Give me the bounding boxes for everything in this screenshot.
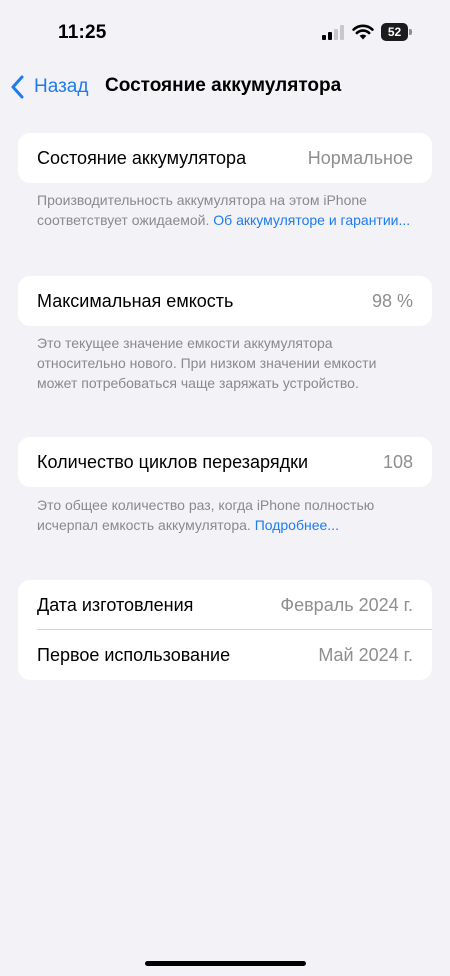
battery-level: 52	[387, 25, 402, 39]
home-indicator[interactable]	[145, 961, 306, 966]
status-bar: 11:25 52	[0, 0, 450, 64]
battery-health-label: Состояние аккумулятора	[37, 147, 247, 168]
manufacture-date-value: Февраль 2024 г.	[280, 594, 413, 615]
nav-bar: Назад Состояние аккумулятора	[0, 64, 450, 110]
max-capacity-label: Максимальная емкость	[37, 290, 234, 311]
manufacture-date-label: Дата изготовления	[37, 594, 194, 615]
battery-health-value: Нормальное	[307, 147, 413, 168]
cycle-count-value: 108	[382, 451, 413, 472]
battery-health-group: Состояние аккумулятора Нормальное	[18, 133, 432, 183]
back-label: Назад	[34, 76, 89, 97]
cycle-count-label: Количество циклов перезарядки	[37, 451, 309, 472]
battery-health-footer: Производительность аккумулятора на этом …	[37, 190, 417, 230]
battery-warranty-link[interactable]: Об аккумуляторе и гарантии...	[213, 212, 410, 228]
battery-health-row: Состояние аккумулятора Нормальное	[18, 133, 432, 183]
first-use-row: Первое использование Май 2024 г.	[18, 630, 432, 680]
cycle-count-row: Количество циклов перезарядки 108	[18, 437, 432, 487]
max-capacity-footer-text: Это текущее значение емкости аккумулятор…	[37, 335, 377, 391]
dates-group: Дата изготовления Февраль 2024 г. Первое…	[18, 580, 432, 680]
max-capacity-row: Максимальная емкость 98 %	[18, 276, 432, 326]
cycle-count-footer: Это общее количество раз, когда iPhone п…	[37, 495, 417, 535]
max-capacity-footer: Это текущее значение емкости аккумулятор…	[37, 333, 417, 393]
max-capacity-group: Максимальная емкость 98 %	[18, 276, 432, 326]
battery-body: 52	[381, 23, 408, 41]
page-title: Состояние аккумулятора	[105, 75, 342, 96]
status-time: 11:25	[58, 22, 107, 43]
battery-icon: 52	[381, 23, 413, 41]
max-capacity-value: 98 %	[371, 290, 413, 311]
learn-more-link[interactable]: Подробнее...	[255, 517, 339, 533]
manufacture-date-row: Дата изготовления Февраль 2024 г.	[18, 580, 432, 630]
wifi-icon	[352, 24, 374, 40]
back-button[interactable]: Назад	[10, 72, 88, 102]
cellular-signal-icon	[322, 25, 344, 40]
battery-cap	[409, 29, 412, 35]
first-use-value: Май 2024 г.	[318, 644, 413, 665]
cycle-count-group: Количество циклов перезарядки 108	[18, 437, 432, 487]
chevron-left-icon	[11, 75, 24, 99]
first-use-label: Первое использование	[37, 644, 231, 665]
